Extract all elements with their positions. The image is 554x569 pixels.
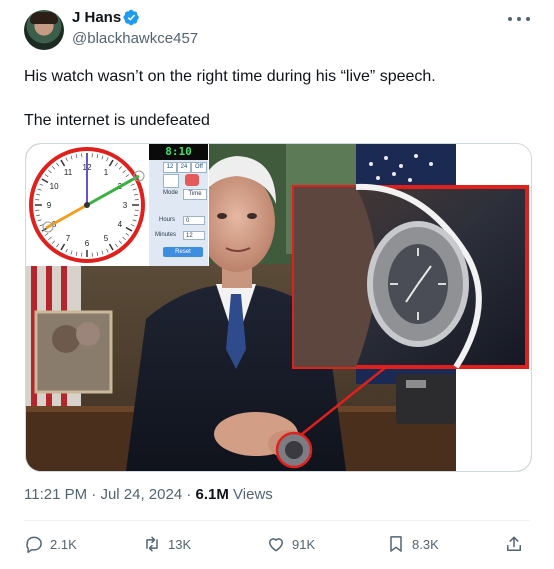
heart-icon: [269, 538, 283, 552]
hours-input[interactable]: 0: [183, 216, 205, 225]
author-name[interactable]: J Hans: [72, 9, 121, 26]
action-bar: 2.1K 13K 91K 8.3K: [24, 533, 530, 555]
tweet-line-1: His watch wasn’t on the right time durin…: [24, 68, 436, 85]
alarm-icon[interactable]: [185, 174, 199, 186]
mode-toggle-button[interactable]: [163, 174, 179, 188]
clock-number: 3: [123, 201, 128, 210]
more-options-icon[interactable]: [508, 12, 530, 26]
reply-button[interactable]: 2.1K: [24, 533, 77, 555]
tweet-time[interactable]: 11:21 PM: [24, 486, 87, 503]
bookmark-button[interactable]: 8.3K: [386, 533, 439, 555]
author-handle[interactable]: @blackhawkce457: [72, 30, 198, 47]
digital-time: 8:10: [149, 144, 208, 160]
mode-select[interactable]: Time: [183, 189, 207, 200]
share-icon: [507, 536, 521, 551]
views-label: Views: [233, 486, 273, 503]
clock-number: 9: [47, 201, 52, 210]
share-button[interactable]: [504, 533, 524, 555]
bookmark-count: 8.3K: [412, 536, 439, 552]
format-off-button[interactable]: Off: [191, 162, 207, 173]
minutes-input[interactable]: 12: [183, 231, 205, 240]
meta-separator: ·: [91, 486, 97, 503]
tweet-text: His watch wasn’t on the right time durin…: [24, 66, 524, 132]
format-24-button[interactable]: 24: [177, 162, 191, 173]
repost-icon: [146, 536, 158, 552]
views-count: 6.1M: [195, 486, 229, 503]
divider: [24, 520, 530, 521]
reply-count: 2.1K: [50, 536, 77, 552]
format-12-button[interactable]: 12: [163, 162, 177, 173]
tweet-image[interactable]: 121234567891011 8:10 12 24 Off Mode Time…: [25, 143, 532, 472]
hours-label: Hours: [159, 217, 176, 223]
bookmark-icon: [390, 536, 402, 552]
minutes-label: Minutes: [155, 232, 177, 238]
clock-number: 11: [64, 168, 73, 177]
clock-widget: 121234567891011 8:10 12 24 Off Mode Time…: [26, 144, 209, 266]
clock-number: 10: [50, 182, 59, 191]
repost-count: 13K: [168, 536, 192, 552]
reset-button[interactable]: Reset: [163, 247, 203, 257]
tweet: J Hans @blackhawkce457 His watch wasn’t …: [0, 0, 554, 569]
analog-clock: 121234567891011: [29, 147, 145, 263]
clock-number: 6: [85, 239, 90, 248]
verified-badge-icon: [123, 9, 139, 26]
clock-number: 4: [118, 220, 123, 229]
timer-panel: 8:10 12 24 Off Mode Time Hours 0 Minutes…: [149, 144, 208, 266]
like-button[interactable]: 91K: [266, 533, 315, 555]
clock-number: 5: [104, 234, 109, 243]
tweet-date[interactable]: Jul 24, 2024: [100, 486, 182, 503]
reply-icon: [26, 536, 42, 554]
repost-button[interactable]: 13K: [142, 533, 191, 555]
mode-label: Mode: [163, 190, 179, 196]
tweet-meta: 11:21 PM · Jul 24, 2024 · 6.1M Views: [24, 486, 273, 503]
clock-number: 7: [66, 234, 71, 243]
tweet-line-2: The internet is undefeated: [24, 112, 210, 129]
avatar[interactable]: [24, 10, 64, 50]
clock-number: 1: [104, 168, 109, 177]
like-count: 91K: [292, 536, 316, 552]
meta-separator: ·: [186, 486, 192, 503]
